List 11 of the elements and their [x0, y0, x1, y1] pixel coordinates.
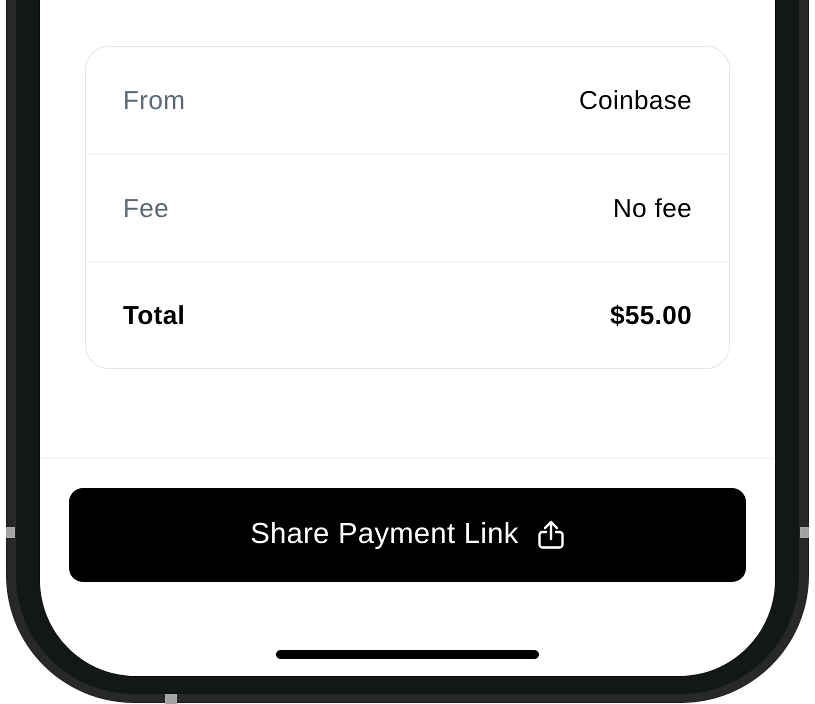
total-amount: $55.00: [610, 298, 692, 332]
row-value: Coinbase: [578, 84, 692, 117]
frame-mark: [6, 527, 15, 538]
frame-mark: [800, 527, 809, 538]
share-icon: [536, 520, 565, 550]
share-payment-link-button[interactable]: Share Payment Link: [69, 488, 746, 582]
row-label: Fee: [123, 192, 170, 224]
row-value: No fee: [612, 192, 692, 224]
frame-mark: [165, 694, 177, 704]
row-label: From: [123, 84, 186, 117]
total-label: Total: [123, 298, 186, 332]
